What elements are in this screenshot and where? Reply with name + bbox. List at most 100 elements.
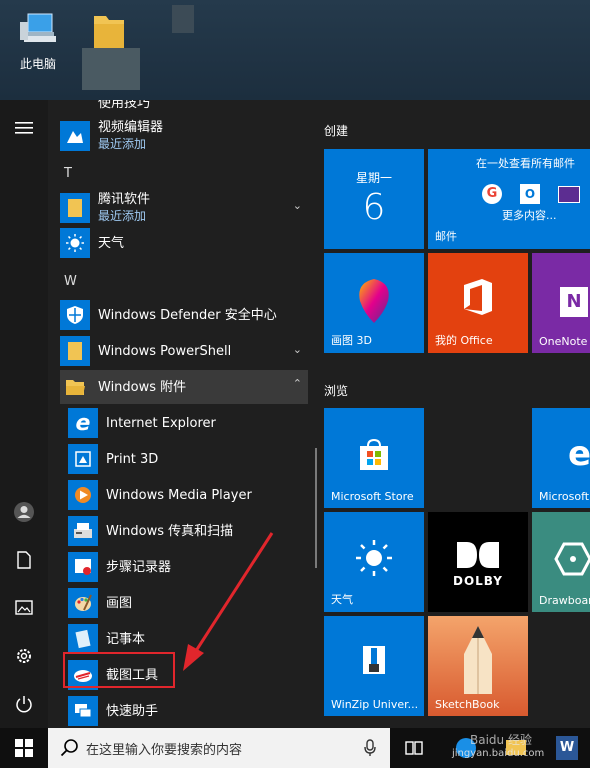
open-folder-icon — [60, 372, 90, 402]
store-tile[interactable]: Microsoft Store — [324, 408, 424, 508]
dolby-tile[interactable]: DOLBY — [428, 512, 528, 612]
sun-icon — [60, 228, 90, 258]
office-tile[interactable]: 我的 Office — [428, 253, 528, 353]
app-windows-defender[interactable]: Windows Defender 安全中心 — [60, 298, 308, 332]
annotation-highlight-box — [63, 652, 175, 688]
documents-button[interactable] — [0, 540, 48, 580]
calendar-day-label: 星期一 — [355, 171, 392, 185]
video-editor-icon — [60, 121, 90, 151]
computer-icon — [20, 13, 56, 42]
pictures-button[interactable] — [0, 588, 48, 628]
drawboard-tile[interactable]: Drawboar — [532, 512, 590, 612]
internet-explorer-icon: e — [68, 408, 98, 438]
chevron-down-icon: ⌄ — [292, 343, 302, 356]
app-paint[interactable]: 画图 — [68, 586, 310, 620]
task-view-icon — [405, 741, 423, 755]
calendar-tile[interactable]: 星期一 6 — [324, 149, 424, 249]
weather-tile-label: 天气 — [331, 593, 353, 606]
store-label: Microsoft Store — [331, 490, 414, 503]
desktop: 此电脑 — [0, 0, 590, 100]
expand-menu-button[interactable] — [0, 108, 48, 148]
app-print-3d[interactable]: Print 3D — [68, 442, 310, 476]
sketchbook-tile[interactable]: SketchBook — [428, 616, 528, 716]
app-list: 使用技巧 视频编辑器 最近添加 T 腾讯软件 最近添加 ⌄ 天气 W Windo… — [48, 100, 310, 728]
folder-icon — [60, 336, 90, 366]
group-title-browse[interactable]: 浏览 — [324, 382, 348, 399]
windows-logo-icon — [15, 739, 33, 757]
tiles-area: 创建 星期一 6 在一处查看所有邮件 G O 更多内容... 邮件 画图 3D … — [320, 100, 590, 728]
settings-button[interactable] — [0, 636, 48, 676]
app-quick-assist[interactable]: 快速助手 — [68, 694, 310, 728]
paint3d-tile[interactable]: 画图 3D — [324, 253, 424, 353]
print-3d-icon — [68, 444, 98, 474]
power-button[interactable] — [0, 684, 48, 724]
calendar-date-label: 6 — [362, 187, 386, 228]
taskbar-search-box[interactable]: 在这里输入你要搜索的内容 — [48, 728, 390, 768]
microphone-icon[interactable] — [364, 739, 376, 757]
yahoo-mail-icon — [558, 186, 580, 203]
app-notepad[interactable]: 记事本 — [68, 622, 310, 656]
weather-label: 天气 — [98, 235, 125, 251]
folder-icon — [94, 16, 124, 48]
winzip-tile[interactable]: WinZip Univer... — [324, 616, 424, 716]
this-pc-desktop-icon[interactable]: 此电脑 — [8, 10, 68, 72]
task-view-button[interactable] — [404, 738, 424, 762]
office-label: 我的 Office — [435, 334, 493, 347]
quickassist-label: 快速助手 — [106, 703, 159, 719]
print3d-label: Print 3D — [106, 451, 159, 467]
outlook-icon: O — [520, 184, 540, 204]
applist-scrollbar[interactable] — [315, 448, 317, 568]
drawboard-icon — [554, 542, 590, 576]
app-tips-label: 使用技巧 — [98, 100, 151, 111]
mail-header-label: 在一处查看所有邮件 — [476, 157, 575, 170]
start-menu: 使用技巧 视频编辑器 最近添加 T 腾讯软件 最近添加 ⌄ 天气 W Windo… — [0, 100, 590, 728]
drawboard-label: Drawboar — [539, 594, 590, 607]
edge-tile[interactable]: e Microsoft — [532, 408, 590, 508]
document-icon — [17, 551, 31, 569]
hamburger-icon — [15, 122, 33, 134]
app-tencent-folder[interactable]: 腾讯软件 最近添加 ⌄ — [60, 190, 308, 226]
app-steps-recorder[interactable]: 步骤记录器 — [68, 550, 310, 584]
weather-tile[interactable]: 天气 — [324, 512, 424, 612]
folder-icon — [60, 193, 90, 223]
group-title-create[interactable]: 创建 — [324, 122, 348, 139]
section-letter-t[interactable]: T — [64, 166, 72, 181]
section-letter-w[interactable]: W — [64, 274, 77, 289]
dolby-logo-icon — [457, 542, 499, 568]
paint3d-icon — [359, 279, 389, 323]
app-video-editor[interactable]: 视频编辑器 最近添加 — [60, 118, 308, 154]
app-weather[interactable]: 天气 — [60, 226, 308, 260]
paint3d-label: 画图 3D — [331, 334, 372, 347]
app-windows-media-player[interactable]: Windows Media Player — [68, 478, 310, 512]
pencil-icon — [464, 626, 492, 694]
pixelated-label — [82, 48, 140, 90]
chevron-up-icon: ⌃ — [292, 377, 302, 390]
app-windows-accessories[interactable]: Windows 附件 ⌃ — [60, 370, 308, 404]
pixelated-block — [172, 5, 194, 33]
video-editor-label: 视频编辑器 — [98, 120, 164, 135]
app-windows-powershell[interactable]: Windows PowerShell ⌄ — [60, 334, 308, 368]
onenote-tile[interactable]: N OneNote — [532, 253, 590, 353]
gear-icon — [17, 649, 31, 663]
app-internet-explorer[interactable]: e Internet Explorer — [68, 406, 310, 440]
winzip-label: WinZip Univer... — [331, 698, 419, 711]
notepad-icon — [68, 624, 98, 654]
fax-label: Windows 传真和扫描 — [106, 523, 234, 539]
app-windows-fax-scan[interactable]: Windows 传真和扫描 — [68, 514, 310, 548]
start-button[interactable] — [0, 728, 48, 768]
sun-icon — [356, 540, 392, 576]
recently-added-label: 最近添加 — [98, 137, 147, 151]
app-tips[interactable]: 使用技巧 — [60, 100, 308, 120]
user-account-button[interactable] — [0, 492, 48, 532]
search-icon — [60, 739, 78, 757]
steps-label: 步骤记录器 — [106, 559, 172, 575]
ie-label: Internet Explorer — [106, 415, 216, 431]
mail-tile[interactable]: 在一处查看所有邮件 G O 更多内容... 邮件 — [428, 149, 590, 249]
fax-scanner-icon — [68, 516, 98, 546]
watermark-brand: Baidu 经验 — [470, 733, 532, 747]
google-icon: G — [482, 184, 502, 204]
word-taskbar-icon[interactable]: W — [556, 736, 578, 760]
onenote-label: OneNote — [539, 335, 588, 348]
tips-icon — [60, 100, 90, 118]
office-icon — [464, 279, 492, 315]
